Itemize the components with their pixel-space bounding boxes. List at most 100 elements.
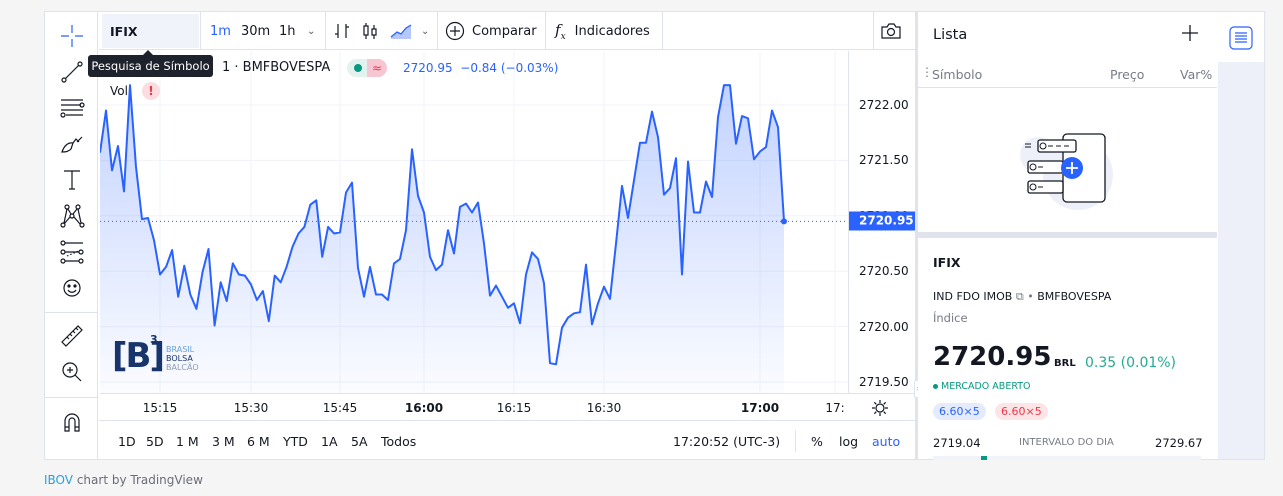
plus-circle-icon: [445, 21, 465, 41]
auto-scale-toggle[interactable]: auto: [872, 434, 900, 449]
range-5d[interactable]: 5D: [146, 434, 164, 449]
time-tick-label: 16:15: [496, 401, 532, 415]
fib-icon[interactable]: [45, 236, 98, 268]
interval-30m[interactable]: 30m: [241, 12, 270, 50]
price-axis[interactable]: 2722.002721.502721.002720.502720.002719.…: [848, 51, 915, 393]
toolbar-divider: [45, 312, 98, 313]
divider: [918, 87, 1217, 88]
emoji-icon[interactable]: [45, 272, 98, 304]
legend-symbol-info: 1 · BMFBOVESPA: [222, 60, 331, 75]
range-6m[interactable]: 6 M: [247, 434, 270, 449]
price-tick-label: 2722.00: [859, 98, 909, 112]
watchlist-icon[interactable]: [1229, 26, 1253, 54]
price-chart[interactable]: [100, 51, 848, 393]
divider: [545, 12, 546, 50]
status-dot: [933, 384, 938, 389]
zoom-in-icon[interactable]: [45, 356, 98, 388]
market-status-badges: ≈: [347, 59, 387, 77]
text-icon[interactable]: [45, 164, 98, 196]
legend-price: 2720.95 −0.84 (−0.03%): [403, 61, 558, 75]
market-open-dot: [354, 64, 362, 72]
time-tick-label: 16:00: [404, 401, 444, 415]
range-1a[interactable]: 1A: [321, 434, 338, 449]
day-range-label: INTERVALO DO DIA: [1019, 437, 1114, 448]
indicators-button[interactable]: fx Indicadores: [555, 12, 650, 50]
indicators-label: Indicadores: [574, 23, 650, 39]
ibov-link[interactable]: IBOV: [44, 473, 73, 487]
volume-label: Vol: [110, 84, 128, 98]
details-type: Índice: [933, 311, 968, 325]
crosshair-icon[interactable]: [45, 20, 98, 52]
range-1m[interactable]: 1 M: [176, 434, 199, 449]
divider: [662, 12, 663, 50]
clock-timezone[interactable]: 17:20:52 (UTC-3): [673, 434, 780, 449]
range-3m[interactable]: 3 M: [212, 434, 235, 449]
camera-icon[interactable]: [880, 12, 902, 50]
area-style-icon[interactable]: [390, 12, 412, 50]
add-symbol-icon[interactable]: [1180, 23, 1200, 47]
top-toolbar: IFIX 1m 30m 1h ⌄ ⌄ Comparar fx Indicador…: [99, 12, 915, 50]
details-change: 0.35 (0.01%): [1085, 355, 1177, 371]
divider: [873, 12, 874, 50]
last-price-dot: [781, 218, 787, 225]
ask-badge: 6.60×5: [995, 403, 1048, 420]
market-status: MERCADO ABERTO: [933, 381, 1031, 392]
day-low: 2719.04: [933, 436, 981, 450]
column-symbol[interactable]: Símbolo: [932, 67, 982, 82]
empty-watchlist-illustration[interactable]: [1018, 120, 1118, 214]
compare-label: Comparar: [472, 23, 537, 39]
watchlist-title: Lista: [933, 27, 968, 43]
legend-last-price: 2720.95: [403, 61, 453, 75]
day-range-marker: [981, 456, 988, 460]
footer-attribution: IBOV chart by TradingView: [44, 473, 203, 487]
bars-style-icon[interactable]: [333, 12, 351, 50]
interval-1m[interactable]: 1m: [210, 12, 231, 50]
ruler-icon[interactable]: [45, 320, 98, 352]
warning-icon[interactable]: !: [142, 82, 160, 100]
price-tick-label: 2720.50: [859, 264, 909, 279]
horizontal-lines-icon[interactable]: [45, 92, 98, 124]
divider: [200, 12, 201, 50]
column-change[interactable]: Var%: [1180, 67, 1212, 82]
time-axis[interactable]: 15:15 15:30 15:45 16:00 16:15 16:30 17:00 17:: [100, 393, 915, 420]
candles-style-icon[interactable]: [361, 12, 379, 50]
watchlist-panel: Lista ⋮ Símbolo Preço Var% IFIX IND FDO …: [918, 12, 1217, 460]
divider: [918, 232, 1217, 238]
compare-button[interactable]: Comparar: [445, 12, 537, 50]
range-1d[interactable]: 1D: [118, 434, 136, 449]
range-todos[interactable]: Todos: [381, 434, 416, 449]
percent-scale-toggle[interactable]: %: [811, 434, 823, 449]
details-description: IND FDO IMOB ⧉ • BMFBOVESPA: [933, 290, 1112, 303]
log-scale-toggle[interactable]: log: [839, 434, 858, 449]
symbol-search-button[interactable]: IFIX: [102, 14, 199, 48]
chart-style-chevron-icon[interactable]: ⌄: [421, 12, 429, 50]
b3-logo: [B] 3 BRASIL BOLSA BALCÃO: [112, 333, 199, 376]
range-5a[interactable]: 5A: [351, 434, 368, 449]
brush-icon[interactable]: [45, 128, 98, 160]
magnet-icon[interactable]: [45, 406, 98, 438]
divider: [325, 12, 326, 50]
legend-change: −0.84 (−0.03%): [460, 61, 559, 75]
pattern-icon[interactable]: [45, 200, 98, 232]
exchange-text: BMFBOVESPA: [1037, 290, 1112, 303]
range-ytd[interactable]: YTD: [283, 434, 308, 449]
right-sidebar: [1218, 12, 1264, 459]
symbol-search-tooltip: Pesquisa de Símbolo: [88, 50, 213, 77]
delayed-data-icon[interactable]: ≈: [367, 59, 387, 77]
details-currency: BRL: [1054, 358, 1076, 369]
column-price[interactable]: Preço: [1110, 67, 1144, 82]
interval-dropdown-chevron-icon[interactable]: ⌄: [307, 12, 315, 50]
interval-1h[interactable]: 1h: [279, 12, 296, 50]
footer-text: chart by TradingView: [73, 473, 203, 487]
divider: [437, 12, 438, 50]
day-range-bar: [933, 456, 1201, 460]
time-tick-label: 17:00: [740, 401, 780, 415]
description-text: IND FDO IMOB: [933, 290, 1013, 303]
settings-icon[interactable]: [871, 399, 889, 421]
function-icon: fx: [555, 20, 566, 42]
time-tick-label: 17:: [825, 401, 845, 415]
last-price-label: 2720.95: [849, 211, 915, 231]
external-link-icon[interactable]: ⧉: [1016, 290, 1024, 303]
day-high: 2729.67: [1155, 436, 1203, 450]
time-tick-label: 15:45: [322, 401, 358, 415]
